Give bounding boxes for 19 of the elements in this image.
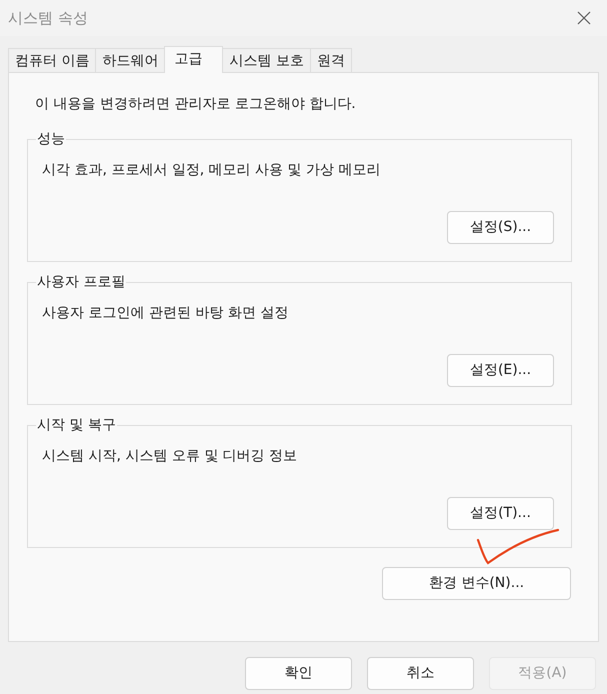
hand-drawn-tick-icon bbox=[476, 528, 560, 566]
settings-button[interactable]: 설정(S)... bbox=[447, 211, 554, 244]
notice-text: 이 내용을 변경하려면 관리자로 로그온해야 합니다. bbox=[35, 95, 357, 114]
group-title: 시작 및 복구 bbox=[36, 416, 117, 435]
group-description: 시스템 시작, 시스템 오류 및 디버깅 정보 bbox=[42, 447, 298, 466]
group-description: 사용자 로그인에 관련된 바탕 화면 설정 bbox=[42, 304, 290, 323]
environment-variables-button[interactable]: 환경 변수(N)... bbox=[382, 567, 571, 600]
group-description: 시각 효과, 프로세서 일정, 메모리 사용 및 가상 메모리 bbox=[42, 161, 382, 180]
tab[interactable]: 컴퓨터 이름 bbox=[8, 48, 96, 73]
dialog-button[interactable]: 확인 bbox=[245, 657, 352, 690]
tab[interactable]: 원격 bbox=[310, 48, 352, 73]
settings-button[interactable]: 설정(T)... bbox=[447, 497, 554, 530]
window-title: 시스템 속성 bbox=[8, 8, 88, 28]
settings-button[interactable]: 설정(E)... bbox=[447, 354, 554, 387]
group-title: 사용자 프로필 bbox=[36, 273, 126, 292]
dialog-button[interactable]: 취소 bbox=[367, 657, 474, 690]
close-icon bbox=[577, 11, 591, 25]
tab[interactable]: 고급 bbox=[164, 46, 224, 73]
group-title: 성능 bbox=[36, 130, 66, 149]
